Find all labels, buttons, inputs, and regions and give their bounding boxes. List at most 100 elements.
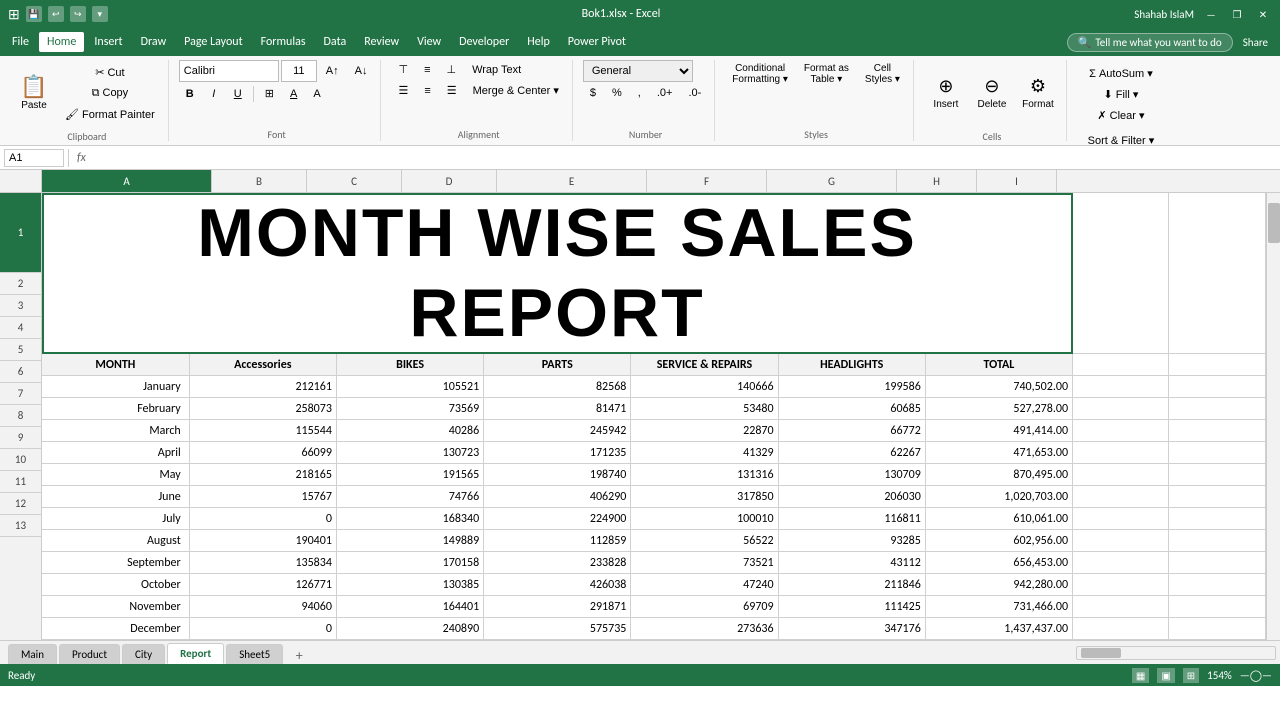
menu-home[interactable]: Home bbox=[39, 32, 84, 52]
header-accessories[interactable]: Accessories bbox=[189, 354, 336, 376]
col-header-d[interactable]: D bbox=[402, 170, 497, 192]
format-painter-button[interactable]: 🖌 Format Painter bbox=[58, 105, 162, 124]
underline-button[interactable]: U bbox=[227, 85, 249, 103]
copy-button[interactable]: ⧉ Copy bbox=[58, 84, 162, 103]
col-header-i[interactable]: I bbox=[977, 170, 1057, 192]
undo-icon[interactable]: ↩ bbox=[48, 6, 64, 22]
header-h[interactable] bbox=[1073, 354, 1169, 376]
menu-help[interactable]: Help bbox=[519, 32, 558, 52]
formula-input[interactable] bbox=[94, 149, 1276, 167]
col-header-e[interactable]: E bbox=[497, 170, 647, 192]
col-header-a[interactable]: A bbox=[42, 170, 212, 192]
tab-sheet5[interactable]: Sheet5 bbox=[226, 644, 283, 664]
tab-product[interactable]: Product bbox=[59, 644, 120, 664]
format-as-table-button[interactable]: Format asTable ▾ bbox=[797, 60, 856, 88]
col-header-h[interactable]: H bbox=[897, 170, 977, 192]
align-right-button[interactable]: ☰ bbox=[440, 81, 464, 100]
header-headlights[interactable]: HEADLIGHTS bbox=[778, 354, 925, 376]
more-commands-icon[interactable]: ▾ bbox=[92, 6, 108, 22]
new-sheet-button[interactable]: + bbox=[289, 646, 309, 664]
horizontal-scrollbar[interactable] bbox=[1076, 646, 1276, 660]
zoom-slider[interactable]: —◯— bbox=[1240, 669, 1272, 682]
col-header-f[interactable]: F bbox=[647, 170, 767, 192]
paste-button[interactable]: 📋 Paste bbox=[12, 60, 56, 126]
font-name-input[interactable] bbox=[179, 60, 279, 82]
cell-lights-jan[interactable]: 199586 bbox=[778, 376, 925, 398]
view-page-layout-icon[interactable]: ▣ bbox=[1157, 668, 1174, 683]
cell-bikes-jan[interactable]: 105521 bbox=[336, 376, 483, 398]
autosum-button[interactable]: Σ AutoSum ▾ bbox=[1077, 64, 1165, 83]
view-normal-icon[interactable]: ▦ bbox=[1132, 668, 1149, 683]
fill-color-button[interactable]: A bbox=[283, 85, 304, 103]
italic-button[interactable]: I bbox=[203, 85, 225, 103]
menu-power-pivot[interactable]: Power Pivot bbox=[560, 32, 634, 52]
menu-review[interactable]: Review bbox=[356, 32, 407, 52]
cut-button[interactable]: ✂ Cut bbox=[58, 63, 162, 82]
increase-decimal-button[interactable]: .0+ bbox=[650, 84, 680, 102]
header-total[interactable]: TOTAL bbox=[925, 354, 1072, 376]
minimize-button[interactable]: — bbox=[1202, 7, 1220, 21]
tab-report[interactable]: Report bbox=[167, 643, 224, 664]
fill-button[interactable]: ⬇ Fill ▾ bbox=[1077, 85, 1165, 104]
header-i[interactable] bbox=[1169, 354, 1266, 376]
vertical-scrollbar[interactable] bbox=[1266, 193, 1280, 640]
tell-me-search[interactable]: 🔍 Tell me what you want to do bbox=[1067, 33, 1233, 52]
shrink-font-button[interactable]: A↓ bbox=[348, 62, 375, 80]
tab-main[interactable]: Main bbox=[8, 644, 57, 664]
conditional-formatting-button[interactable]: ConditionalFormatting ▾ bbox=[725, 60, 795, 88]
cell-acc-jan[interactable]: 212161 bbox=[189, 376, 336, 398]
view-page-break-icon[interactable]: ⊞ bbox=[1183, 668, 1199, 683]
clear-button[interactable]: ✗ Clear ▾ bbox=[1077, 106, 1165, 125]
grow-font-button[interactable]: A↑ bbox=[319, 62, 346, 80]
col-header-b[interactable]: B bbox=[212, 170, 307, 192]
cell-month-jan[interactable]: January bbox=[42, 376, 189, 398]
cell-month-feb[interactable]: February bbox=[42, 398, 189, 420]
align-bottom-button[interactable]: ⊥ bbox=[439, 60, 463, 79]
decrease-decimal-button[interactable]: .0- bbox=[681, 84, 708, 102]
sort-filter-button[interactable]: Sort & Filter ▾ bbox=[1077, 131, 1165, 150]
bold-button[interactable]: B bbox=[179, 85, 201, 103]
menu-file[interactable]: File bbox=[4, 32, 37, 52]
font-size-input[interactable] bbox=[281, 60, 317, 82]
col-header-g[interactable]: G bbox=[767, 170, 897, 192]
delete-button[interactable]: ⊖ Delete bbox=[970, 60, 1014, 126]
wrap-text-button[interactable]: Wrap Text bbox=[465, 61, 528, 79]
cell-total-jan[interactable]: 740,502.00 bbox=[925, 376, 1072, 398]
format-button[interactable]: ⚙ Format bbox=[1016, 60, 1060, 126]
align-left-button[interactable]: ☰ bbox=[391, 81, 415, 100]
menu-view[interactable]: View bbox=[409, 32, 449, 52]
menu-formulas[interactable]: Formulas bbox=[253, 32, 314, 52]
scroll-thumb-h[interactable] bbox=[1081, 648, 1121, 658]
header-parts[interactable]: PARTS bbox=[484, 354, 631, 376]
cell-styles-button[interactable]: CellStyles ▾ bbox=[858, 60, 907, 88]
header-month[interactable]: MONTH bbox=[42, 354, 189, 376]
insert-button[interactable]: ⊕ Insert bbox=[924, 60, 968, 126]
border-button[interactable]: ⊞ bbox=[258, 84, 281, 103]
tab-city[interactable]: City bbox=[122, 644, 165, 664]
menu-developer[interactable]: Developer bbox=[451, 32, 517, 52]
share-button[interactable]: Share bbox=[1235, 36, 1276, 49]
menu-draw[interactable]: Draw bbox=[133, 32, 175, 52]
restore-button[interactable]: ❐ bbox=[1228, 7, 1246, 21]
menu-insert[interactable]: Insert bbox=[86, 32, 130, 52]
font-color-button[interactable]: A bbox=[306, 85, 327, 103]
header-service[interactable]: SERVICE & REPAIRS bbox=[631, 354, 778, 376]
merge-center-button[interactable]: Merge & Center ▾ bbox=[466, 81, 566, 100]
save-icon[interactable]: 💾 bbox=[26, 6, 42, 22]
align-center-button[interactable]: ≡ bbox=[417, 82, 437, 100]
scroll-thumb-v[interactable] bbox=[1268, 203, 1280, 243]
redo-icon[interactable]: ↪ bbox=[70, 6, 86, 22]
dollar-button[interactable]: $ bbox=[583, 84, 603, 102]
close-button[interactable]: ✕ bbox=[1254, 7, 1272, 21]
menu-data[interactable]: Data bbox=[316, 32, 355, 52]
number-format-select[interactable]: General Number Currency bbox=[583, 60, 693, 82]
percent-button[interactable]: % bbox=[605, 84, 629, 102]
name-box-input[interactable] bbox=[4, 149, 64, 167]
cell-parts-jan[interactable]: 82568 bbox=[484, 376, 631, 398]
title-merged-cell[interactable]: MONTH WISE SALES REPORT bbox=[42, 193, 1073, 354]
i-cell-1[interactable] bbox=[1169, 193, 1266, 354]
align-top-button[interactable]: ⊤ bbox=[391, 60, 415, 79]
menu-page-layout[interactable]: Page Layout bbox=[176, 32, 250, 52]
header-bikes[interactable]: BIKES bbox=[336, 354, 483, 376]
comma-button[interactable]: , bbox=[631, 84, 648, 102]
